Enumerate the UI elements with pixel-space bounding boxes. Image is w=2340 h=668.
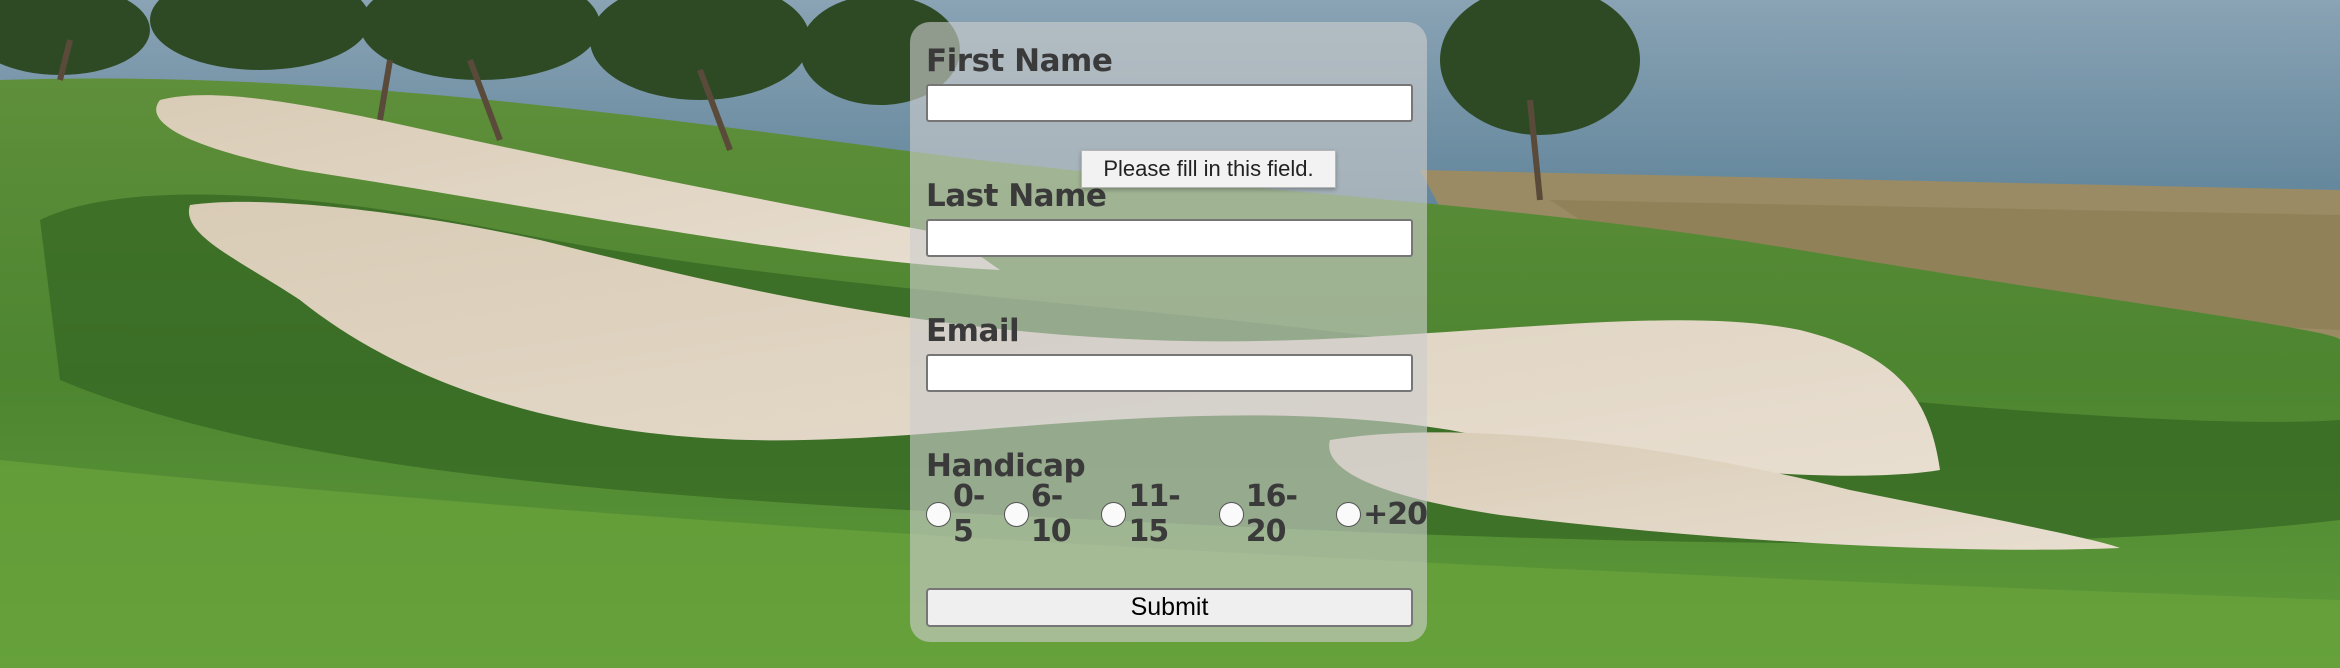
signup-form-panel: First Name Last Name Email Handicap 0-5 …	[910, 22, 1428, 642]
first-name-group: First Name	[926, 44, 1413, 122]
handicap-option-label: 0-5	[953, 479, 985, 549]
handicap-option-label: 6-10	[1030, 479, 1072, 549]
email-label: Email	[926, 313, 1020, 349]
handicap-radio-16-20[interactable]	[1218, 501, 1244, 527]
validation-tooltip: Please fill in this field.	[1081, 150, 1336, 188]
handicap-radio-group: 0-5 6-10 11-15 16-20 +20	[926, 479, 1428, 549]
handicap-radio-0-5[interactable]	[926, 501, 951, 527]
handicap-radio-6-10[interactable]	[1003, 501, 1029, 527]
last-name-group: Last Name	[926, 179, 1413, 257]
handicap-radio-11-15[interactable]	[1101, 501, 1127, 527]
handicap-group: Handicap 0-5 6-10 11-15 16-20 +20	[926, 449, 1428, 549]
handicap-radio-plus-20[interactable]	[1336, 501, 1362, 527]
handicap-option-label: 11-15	[1128, 479, 1180, 549]
handicap-option-label: +20	[1363, 496, 1428, 532]
first-name-label: First Name	[926, 43, 1113, 79]
email-input[interactable]	[926, 354, 1413, 392]
first-name-input[interactable]	[926, 84, 1413, 122]
handicap-option-label: 16-20	[1245, 479, 1298, 549]
submit-button[interactable]: Submit	[926, 588, 1413, 627]
last-name-input[interactable]	[926, 219, 1413, 257]
email-group: Email	[926, 314, 1413, 392]
